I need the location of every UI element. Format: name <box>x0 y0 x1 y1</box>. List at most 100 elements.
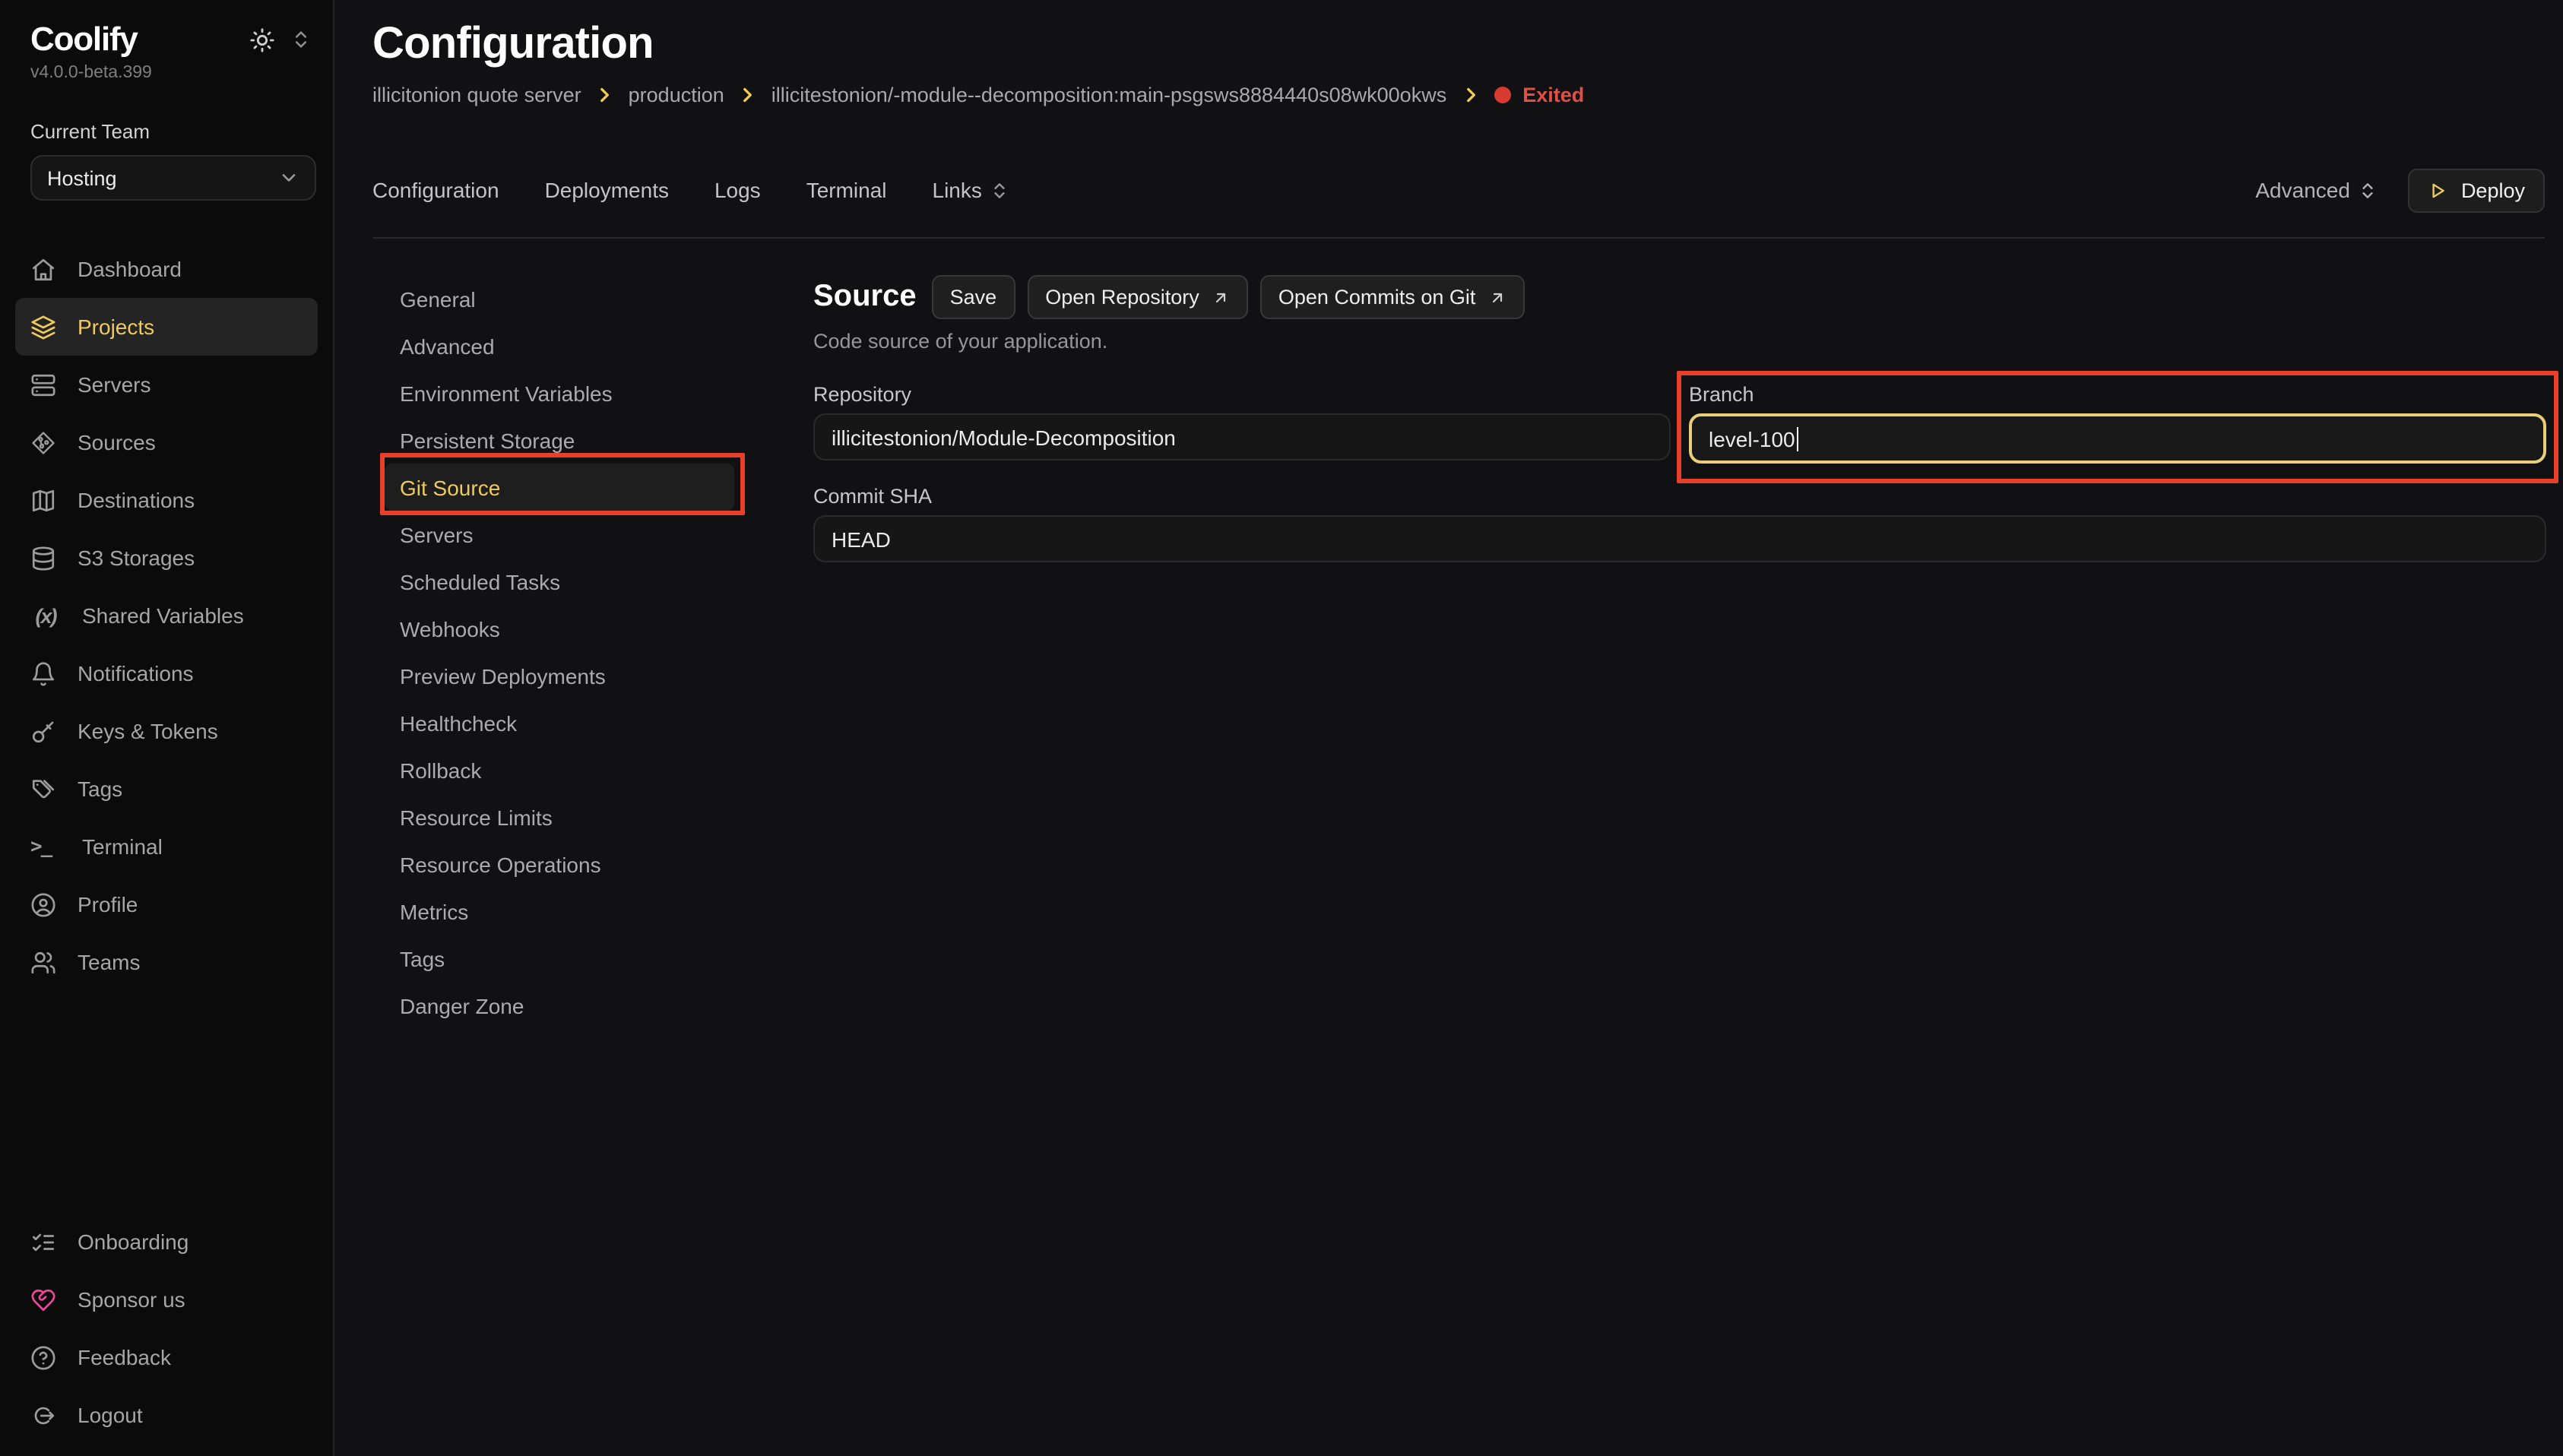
sidebar-footer-nav: Onboarding Sponsor us Feedback Logout <box>0 1213 333 1444</box>
branch-label: Branch <box>1689 383 2546 406</box>
settings-item-metrics[interactable]: Metrics <box>385 888 734 935</box>
deploy-button[interactable]: Deploy <box>2408 168 2545 212</box>
sidebar-item-s3-storages[interactable]: S3 Storages <box>15 529 318 587</box>
home-icon <box>30 256 56 282</box>
tab-links[interactable]: Links <box>933 178 1009 202</box>
tabs-divider <box>372 237 2545 239</box>
chevron-right-icon <box>1460 85 1480 105</box>
sidebar-nav: Dashboard Projects Servers Sources Desti… <box>0 240 333 991</box>
list-checks-icon <box>30 1229 56 1255</box>
repository-field: Repository illicitestonion/Module-Decomp… <box>813 383 1671 464</box>
settings-item-webhooks[interactable]: Webhooks <box>385 605 734 652</box>
chevron-down-icon <box>278 167 299 188</box>
help-circle-icon <box>30 1344 56 1370</box>
commit-sha-label: Commit SHA <box>813 485 2546 508</box>
sidebar-item-sources[interactable]: Sources <box>15 413 318 471</box>
team-select[interactable]: Hosting <box>30 155 316 201</box>
app-logo: Coolify <box>30 20 138 59</box>
sidebar-item-shared-variables[interactable]: (x) Shared Variables <box>15 587 318 644</box>
logout-icon <box>30 1402 56 1428</box>
tab-logs[interactable]: Logs <box>714 178 761 202</box>
chevrons-up-down-icon <box>990 180 1009 200</box>
advanced-dropdown[interactable]: Advanced <box>2255 178 2378 202</box>
arrow-up-right-icon <box>1212 288 1230 306</box>
arrow-up-right-icon <box>1487 288 1506 306</box>
branch-field: Branch level-100 <box>1689 383 2546 464</box>
app-version: v4.0.0-beta.399 <box>30 64 312 82</box>
commit-sha-field: Commit SHA HEAD <box>813 485 2546 562</box>
settings-item-preview-deployments[interactable]: Preview Deployments <box>385 652 734 699</box>
main-area: Configuration illicitonion quote server … <box>334 0 2563 1456</box>
chevron-right-icon <box>595 85 615 105</box>
settings-item-tags[interactable]: Tags <box>385 935 734 982</box>
sidebar-item-tags[interactable]: Tags <box>15 760 318 818</box>
settings-item-danger-zone[interactable]: Danger Zone <box>385 982 734 1029</box>
status-badge: Exited <box>1494 84 1584 106</box>
layers-icon <box>30 314 56 340</box>
chevrons-up-down-icon <box>2358 180 2378 200</box>
settings-item-environment-variables[interactable]: Environment Variables <box>385 369 734 416</box>
section-description: Code source of your application. <box>813 330 2546 353</box>
key-icon <box>30 718 56 744</box>
sidebar-item-profile[interactable]: Profile <box>15 875 318 933</box>
sidebar-item-sponsor-us[interactable]: Sponsor us <box>15 1271 318 1328</box>
user-circle-icon <box>30 891 56 917</box>
tab-configuration[interactable]: Configuration <box>372 178 499 202</box>
open-repository-button[interactable]: Open Repository <box>1027 275 1248 319</box>
settings-item-servers[interactable]: Servers <box>385 511 734 558</box>
status-dot-icon <box>1494 87 1510 103</box>
theme-toggle-sun-icon[interactable] <box>249 27 275 52</box>
settings-item-git-source[interactable]: Git Source <box>385 464 734 511</box>
breadcrumb-application[interactable]: illicitestonion/-module--decomposition:m… <box>771 84 1446 106</box>
sidebar-item-logout[interactable]: Logout <box>15 1386 318 1444</box>
breadcrumb-environment[interactable]: production <box>629 84 724 106</box>
branch-input[interactable]: level-100 <box>1689 413 2546 464</box>
section-title: Source <box>813 280 917 315</box>
team-select-value: Hosting <box>47 166 117 189</box>
bell-icon <box>30 660 56 686</box>
map-icon <box>30 487 56 513</box>
settings-item-scheduled-tasks[interactable]: Scheduled Tasks <box>385 558 734 605</box>
current-team-label: Current Team <box>30 120 312 143</box>
save-button[interactable]: Save <box>932 275 1015 319</box>
sidebar-item-servers[interactable]: Servers <box>15 356 318 413</box>
sidebar-item-feedback[interactable]: Feedback <box>15 1328 318 1386</box>
database-icon <box>30 545 56 571</box>
coolify-app: Coolify v4.0.0-beta.399 Current Team Hos… <box>0 0 2563 1456</box>
page-title: Configuration <box>372 20 2563 70</box>
users-icon <box>30 949 56 975</box>
theme-selector-chevrons-icon[interactable] <box>290 29 312 50</box>
settings-item-resource-limits[interactable]: Resource Limits <box>385 793 734 840</box>
sidebar-item-onboarding[interactable]: Onboarding <box>15 1213 318 1271</box>
commit-sha-input[interactable]: HEAD <box>813 515 2546 562</box>
play-icon <box>2428 180 2447 200</box>
sidebar-item-notifications[interactable]: Notifications <box>15 644 318 702</box>
sidebar-item-keys-tokens[interactable]: Keys & Tokens <box>15 702 318 760</box>
text-cursor <box>1797 426 1799 451</box>
settings-item-healthcheck[interactable]: Healthcheck <box>385 699 734 746</box>
breadcrumb: illicitonion quote server production ill… <box>372 84 2563 106</box>
open-commits-button[interactable]: Open Commits on Git <box>1260 275 1525 319</box>
settings-item-resource-operations[interactable]: Resource Operations <box>385 840 734 888</box>
tab-terminal[interactable]: Terminal <box>806 178 887 202</box>
settings-item-advanced[interactable]: Advanced <box>385 322 734 369</box>
settings-item-general[interactable]: General <box>385 275 734 322</box>
sidebar-item-destinations[interactable]: Destinations <box>15 471 318 529</box>
sidebar-item-terminal[interactable]: >_ Terminal <box>15 818 318 875</box>
tab-deployments[interactable]: Deployments <box>545 178 669 202</box>
settings-nav: General Advanced Environment Variables P… <box>372 275 772 1029</box>
sidebar-item-teams[interactable]: Teams <box>15 933 318 991</box>
repository-label: Repository <box>813 383 1671 406</box>
repository-input[interactable]: illicitestonion/Module-Decomposition <box>813 413 1671 461</box>
git-source-icon <box>30 429 56 455</box>
server-icon <box>30 372 56 397</box>
breadcrumb-project[interactable]: illicitonion quote server <box>372 84 581 106</box>
tags-icon <box>30 776 56 802</box>
sidebar: Coolify v4.0.0-beta.399 Current Team Hos… <box>0 0 334 1456</box>
sidebar-item-projects[interactable]: Projects <box>15 298 318 356</box>
settings-item-persistent-storage[interactable]: Persistent Storage <box>385 416 734 464</box>
parens-x-icon: (x) <box>30 604 61 627</box>
heart-handshake-icon <box>30 1287 56 1312</box>
sidebar-item-dashboard[interactable]: Dashboard <box>15 240 318 298</box>
settings-item-rollback[interactable]: Rollback <box>385 746 734 793</box>
